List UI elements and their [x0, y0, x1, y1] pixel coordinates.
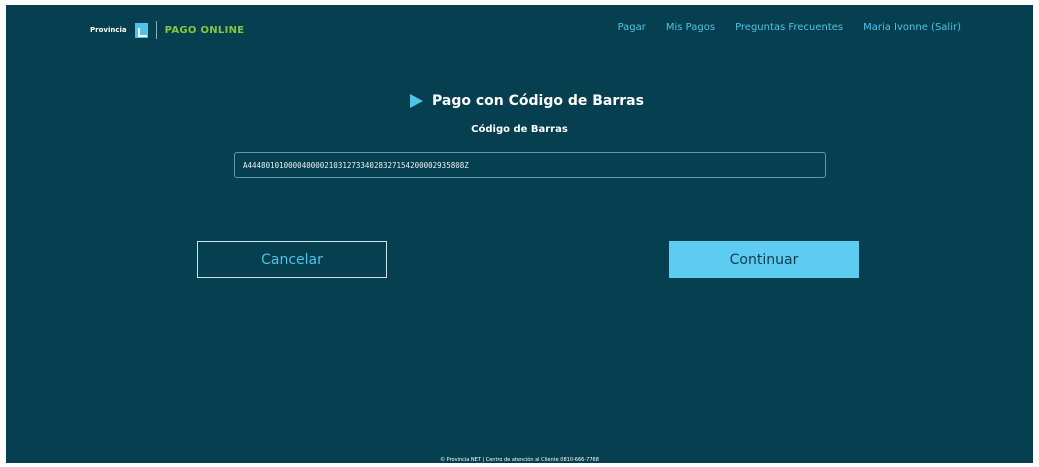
nav-preguntas-frecuentes[interactable]: Preguntas Frecuentes — [735, 22, 843, 33]
cancel-button[interactable]: Cancelar — [197, 241, 387, 278]
app-frame: Provincia PAGO ONLINE Pagar Mis Pagos Pr… — [6, 5, 1033, 463]
play-icon — [410, 94, 423, 108]
logo-divider — [155, 21, 157, 39]
nav-user-salir[interactable]: Maria Ivonne (Salir) — [863, 22, 961, 33]
logo-brand: Provincia — [90, 26, 127, 34]
top-nav: Pagar Mis Pagos Preguntas Frecuentes Mar… — [618, 22, 961, 33]
continue-button[interactable]: Continuar — [669, 241, 859, 278]
page-title: Pago con Código de Barras — [432, 93, 644, 109]
nav-mis-pagos[interactable]: Mis Pagos — [666, 22, 715, 33]
logo[interactable]: Provincia PAGO ONLINE — [90, 19, 244, 41]
footer-text: © Provincia NET | Centro de atención al … — [440, 457, 599, 463]
page-header: Pago con Código de Barras — [410, 93, 644, 109]
barcode-input[interactable] — [234, 152, 826, 178]
nav-pagar[interactable]: Pagar — [618, 22, 646, 33]
barcode-label: Código de Barras — [471, 124, 568, 135]
logo-text: PAGO ONLINE — [164, 24, 245, 36]
logo-icon — [134, 22, 148, 38]
